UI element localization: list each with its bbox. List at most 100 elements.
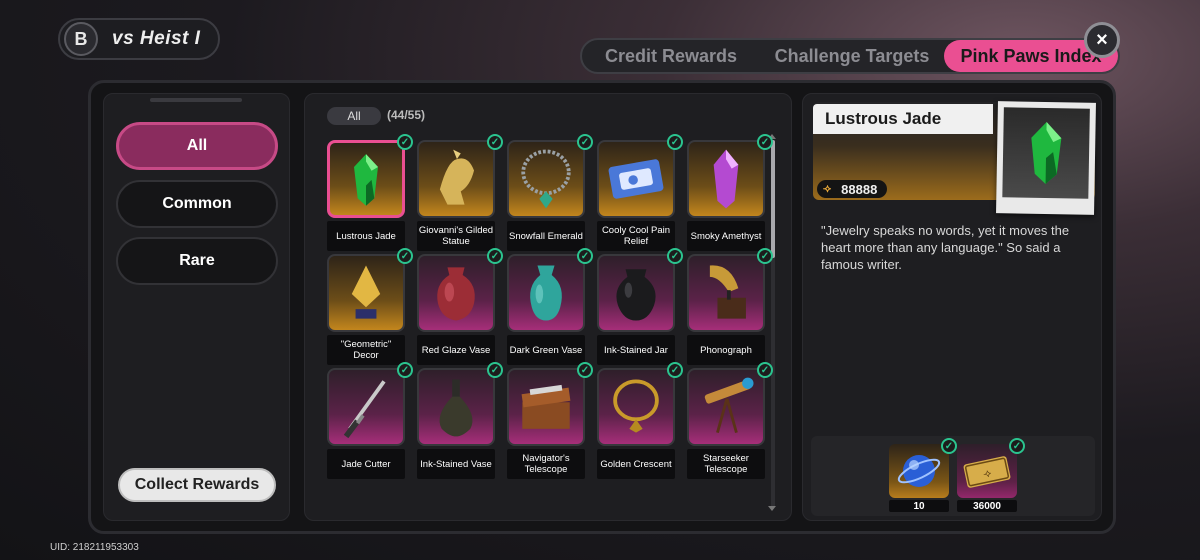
orb-icon xyxy=(897,455,941,487)
red-vase-icon xyxy=(437,267,475,321)
collected-check-icon: ✓ xyxy=(487,362,503,378)
collected-check-icon: ✓ xyxy=(757,248,773,264)
item-card-image xyxy=(687,140,765,218)
reward-qty: 36000 xyxy=(957,500,1017,512)
collect-rewards-button[interactable]: Collect Rewards xyxy=(118,468,276,502)
item-card[interactable]: ✓ Lustrous Jade xyxy=(327,134,413,251)
collected-check-icon: ✓ xyxy=(487,248,503,264)
statue-icon xyxy=(439,149,475,205)
item-card[interactable]: ✓ Snowfall Emerald xyxy=(507,134,593,251)
item-card-label: Red Glaze Vase xyxy=(417,335,495,365)
close-button[interactable]: × xyxy=(1084,22,1120,58)
item-card-image xyxy=(507,254,585,332)
item-card-label: Cooly Cool Pain Relief xyxy=(597,221,675,251)
item-card-image xyxy=(597,368,675,446)
tab-challenge-targets[interactable]: Challenge Targets xyxy=(760,40,944,72)
item-card[interactable]: ✓ Starseeker Telescope xyxy=(687,362,773,479)
chest-icon xyxy=(521,384,571,429)
item-card[interactable]: ✓ "Geometric" Decor xyxy=(327,248,413,365)
pendant-icon xyxy=(613,379,659,433)
collection-grid-panel: All (44/55) ✓ Lustrous Jade ✓ Giovanni's Gi… xyxy=(304,93,792,521)
item-card-label: Navigator's Telescope xyxy=(507,449,585,479)
collected-check-icon: ✓ xyxy=(1009,438,1025,454)
grid-scrollbar[interactable] xyxy=(771,140,775,508)
reward-qty: 10 xyxy=(889,500,949,512)
item-card-label: Starseeker Telescope xyxy=(687,449,765,479)
scroll-down-arrow-icon[interactable] xyxy=(768,506,776,511)
jade-icon xyxy=(354,154,378,206)
item-card[interactable]: ✓ Jade Cutter xyxy=(327,362,413,479)
tab-bar: Credit Rewards Challenge Targets Pink Pa… xyxy=(580,38,1120,74)
item-card[interactable]: ✓ Ink-Stained Vase xyxy=(417,362,503,479)
item-card-image xyxy=(327,254,405,332)
scrollbar-thumb[interactable] xyxy=(771,140,775,258)
item-card[interactable]: ✓ Smoky Amethyst xyxy=(687,134,773,251)
item-card[interactable]: ✓ Phonograph xyxy=(687,248,773,365)
reward-strip: ✓ 10 ⟢ ✓ 36000 xyxy=(811,436,1095,516)
necklace-icon xyxy=(521,149,571,209)
panel-handle xyxy=(150,98,242,102)
item-card-label: Phonograph xyxy=(687,335,765,365)
item-card[interactable]: ✓ Dark Green Vase xyxy=(507,248,593,365)
category-common-button[interactable]: Common xyxy=(116,180,278,228)
item-card[interactable]: ✓ Ink-Stained Jar xyxy=(597,248,683,365)
filter-chip[interactable]: All xyxy=(327,107,381,125)
item-card-image xyxy=(597,254,675,332)
detail-item-name: Lustrous Jade xyxy=(813,104,993,134)
item-card-label: Lustrous Jade xyxy=(327,221,405,251)
item-card-label: Giovanni's Gilded Statue xyxy=(417,221,495,251)
item-card-image xyxy=(507,140,585,218)
item-card-image xyxy=(507,368,585,446)
detail-item-value: ⟢ 88888 xyxy=(817,180,888,198)
jar-icon xyxy=(616,269,656,321)
telescope-icon xyxy=(704,377,754,433)
detail-header: Lustrous Jade ⟢ 88888 xyxy=(813,101,1096,215)
detail-value-text: 88888 xyxy=(841,181,878,197)
category-all-button[interactable]: All xyxy=(116,122,278,170)
jade-icon xyxy=(1031,122,1062,184)
collected-check-icon: ✓ xyxy=(667,248,683,264)
flask-icon xyxy=(439,379,473,437)
item-card[interactable]: ✓ Giovanni's Gilded Statue xyxy=(417,134,503,251)
item-card-label: "Geometric" Decor xyxy=(327,335,405,365)
collected-check-icon: ✓ xyxy=(577,134,593,150)
event-logo-icon: B xyxy=(64,22,98,56)
collected-check-icon: ✓ xyxy=(397,134,413,150)
tab-credit-rewards[interactable]: Credit Rewards xyxy=(582,40,760,72)
item-detail-panel: Lustrous Jade ⟢ 88888 "Jewelry speaks no… xyxy=(802,93,1102,521)
item-card-image xyxy=(327,368,405,446)
geometric-icon xyxy=(351,265,381,319)
item-card-label: Dark Green Vase xyxy=(507,335,585,365)
item-card-image xyxy=(417,368,495,446)
credit-ticket-icon: ⟢ xyxy=(963,456,1011,488)
collected-check-icon: ✓ xyxy=(757,134,773,150)
item-card[interactable]: ✓ Cooly Cool Pain Relief xyxy=(597,134,683,251)
item-card-label: Ink-Stained Jar xyxy=(597,335,675,365)
reward-item[interactable]: ✓ 10 xyxy=(889,438,957,512)
category-rare-button[interactable]: Rare xyxy=(116,237,278,285)
item-card-label: Jade Cutter xyxy=(327,449,405,479)
phonograph-icon xyxy=(709,265,746,319)
collected-check-icon: ✓ xyxy=(487,134,503,150)
credit-coin-icon: ⟢ xyxy=(823,182,832,195)
item-card-image xyxy=(687,254,765,332)
item-card-image xyxy=(597,140,675,218)
item-card-label: Ink-Stained Vase xyxy=(417,449,495,479)
green-vase-icon xyxy=(530,265,562,321)
collected-check-icon: ✓ xyxy=(577,248,593,264)
collection-count: (44/55) xyxy=(387,108,426,122)
user-id-label: UID: 218211953303 xyxy=(50,542,139,553)
item-card-image xyxy=(687,368,765,446)
category-panel: All Common Rare Collect Rewards xyxy=(103,93,290,521)
item-card[interactable]: ✓ Navigator's Telescope xyxy=(507,362,593,479)
item-card[interactable]: ✓ Golden Crescent xyxy=(597,362,683,479)
collected-check-icon: ✓ xyxy=(757,362,773,378)
item-card-label: Snowfall Emerald xyxy=(507,221,585,251)
reward-item[interactable]: ⟢ ✓ 36000 xyxy=(957,438,1025,512)
collected-check-icon: ✓ xyxy=(397,362,413,378)
amethyst-icon xyxy=(713,149,739,209)
item-card-label: Golden Crescent xyxy=(597,449,675,479)
item-card[interactable]: ✓ Red Glaze Vase xyxy=(417,248,503,365)
item-card-image xyxy=(417,140,495,218)
item-polaroid-image xyxy=(996,101,1096,215)
